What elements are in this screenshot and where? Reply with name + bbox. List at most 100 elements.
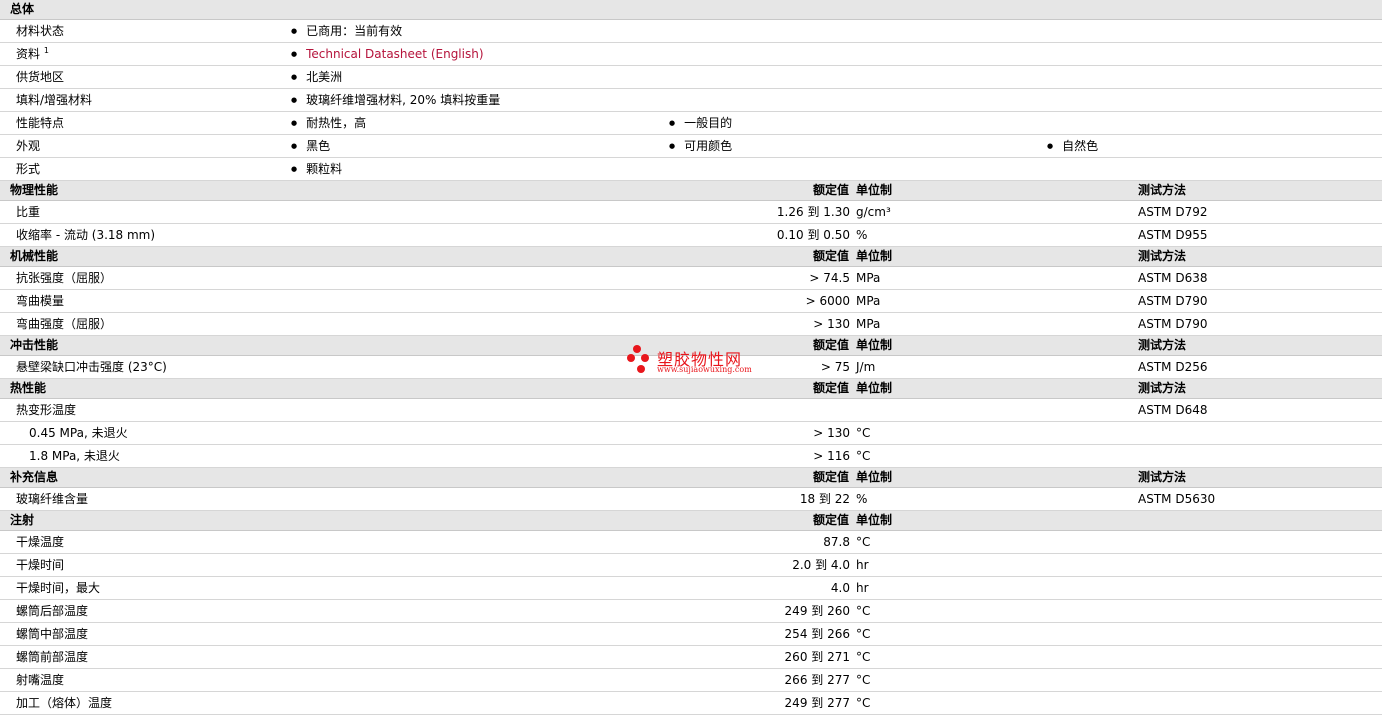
row-label: 比重 (16, 205, 41, 219)
column-header-test: 测试方法 (1138, 338, 1187, 352)
section-title: 热性能 (10, 381, 47, 395)
table-row: 外观 黑色 可用颜色 自然色 (0, 135, 1382, 158)
list-item: 黑色 (291, 135, 330, 159)
table-row: 材料状态 已商用：当前有效 (0, 20, 1382, 43)
row-label: 螺筒后部温度 (16, 604, 89, 618)
row-unit: g/cm³ (856, 205, 891, 219)
row-unit: °C (856, 449, 871, 463)
table-row: 抗张强度（屈服） > 74.5 MPa ASTM D638 (0, 267, 1382, 290)
row-value: > 130 (813, 426, 850, 440)
row-label: 形式 (16, 162, 41, 176)
row-unit: °C (856, 650, 871, 664)
column-header-test: 测试方法 (1138, 183, 1187, 197)
row-label: 填料/增强材料 (16, 93, 93, 107)
table-row: 资料 1 Technical Datasheet (English) (0, 43, 1382, 66)
section-header-supplemental: 补充信息 额定值 单位制 测试方法 (0, 468, 1382, 488)
datasheet-link[interactable]: Technical Datasheet (English) (306, 47, 483, 61)
row-label: 悬壁梁缺口冲击强度 (23°C) (16, 360, 167, 374)
row-test-method: ASTM D790 (1138, 317, 1208, 331)
section-title: 注射 (10, 513, 35, 527)
section-title: 机械性能 (10, 249, 59, 263)
row-label: 干燥时间 (16, 558, 65, 572)
table-row: 玻璃纤维含量 18 到 22 % ASTM D5630 (0, 488, 1382, 511)
row-unit: MPa (856, 271, 881, 285)
column-header-test: 测试方法 (1138, 470, 1187, 484)
row-value: 87.8 (823, 535, 850, 549)
row-unit: °C (856, 696, 871, 710)
column-header-value: 额定值 (812, 183, 849, 197)
row-label: 抗张强度（屈服） (16, 271, 113, 285)
row-value: 254 到 266 (784, 627, 850, 641)
table-row: 加工（熔体）温度 249 到 277 °C (0, 692, 1382, 715)
table-row: 干燥时间，最大 4.0 hr (0, 577, 1382, 600)
table-row: 弯曲模量 > 6000 MPa ASTM D790 (0, 290, 1382, 313)
section-title: 冲击性能 (10, 338, 59, 352)
table-row: 填料/增强材料 玻璃纤维增强材料, 20% 填料按重量 (0, 89, 1382, 112)
row-label: 干燥温度 (16, 535, 65, 549)
row-unit: MPa (856, 317, 881, 331)
list-item: 玻璃纤维增强材料, 20% 填料按重量 (291, 89, 500, 113)
table-row: 螺筒中部温度 254 到 266 °C (0, 623, 1382, 646)
row-label: 供货地区 (16, 70, 65, 84)
row-label: 螺筒前部温度 (16, 650, 89, 664)
row-label: 收缩率 - 流动 (3.18 mm) (16, 228, 156, 242)
row-unit: % (856, 492, 868, 506)
list-item: 北美洲 (291, 66, 342, 90)
column-header-unit: 单位制 (856, 338, 893, 352)
row-label: 弯曲强度（屈服） (16, 317, 113, 331)
column-header-test: 测试方法 (1138, 249, 1187, 263)
row-value: 249 到 260 (784, 604, 850, 618)
table-row: 0.45 MPa, 未退火 > 130 °C (0, 422, 1382, 445)
table-row: 弯曲强度（屈服） > 130 MPa ASTM D790 (0, 313, 1382, 336)
row-unit: °C (856, 673, 871, 687)
section-header-mechanical: 机械性能 额定值 单位制 测试方法 (0, 247, 1382, 267)
row-unit: °C (856, 627, 871, 641)
row-label: 资料 1 (16, 43, 49, 65)
row-value: > 6000 (805, 294, 850, 308)
column-header-value: 额定值 (812, 249, 849, 263)
list-item: 颗粒料 (291, 158, 342, 182)
table-row: 热变形温度 ASTM D648 (0, 399, 1382, 422)
section-title: 补充信息 (10, 470, 59, 484)
table-row: 干燥时间 2.0 到 4.0 hr (0, 554, 1382, 577)
row-sublabel: 0.45 MPa, 未退火 (29, 426, 128, 440)
row-test-method: ASTM D790 (1138, 294, 1208, 308)
row-value: > 116 (813, 449, 850, 463)
section-title: 总体 (10, 2, 35, 16)
table-row: 比重 1.26 到 1.30 g/cm³ ASTM D792 (0, 201, 1382, 224)
table-row: 性能特点 耐热性，高 一般目的 (0, 112, 1382, 135)
row-label: 弯曲模量 (16, 294, 65, 308)
row-value: 249 到 277 (784, 696, 850, 710)
column-header-value: 额定值 (812, 338, 849, 352)
list-item: 已商用：当前有效 (291, 20, 402, 44)
row-label: 干燥时间，最大 (16, 581, 101, 595)
row-value: > 74.5 (809, 271, 850, 285)
column-header-unit: 单位制 (856, 183, 893, 197)
table-row: 收缩率 - 流动 (3.18 mm) 0.10 到 0.50 % ASTM D9… (0, 224, 1382, 247)
list-item: 可用颜色 (669, 135, 732, 159)
section-header-physical: 物理性能 额定值 单位制 测试方法 (0, 181, 1382, 201)
footnote-marker: 1 (43, 46, 49, 55)
column-header-unit: 单位制 (856, 249, 893, 263)
row-test-method: ASTM D792 (1138, 205, 1208, 219)
row-unit: MPa (856, 294, 881, 308)
row-unit: °C (856, 535, 871, 549)
row-value: 2.0 到 4.0 (792, 558, 850, 572)
row-label: 性能特点 (16, 116, 65, 130)
column-header-value: 额定值 (812, 470, 849, 484)
table-row: 供货地区 北美洲 (0, 66, 1382, 89)
section-header-general: 总体 (0, 0, 1382, 20)
list-item: Technical Datasheet (English) (291, 43, 483, 67)
table-row: 干燥温度 87.8 °C (0, 531, 1382, 554)
row-unit: °C (856, 604, 871, 618)
table-row: 射嘴温度 266 到 277 °C (0, 669, 1382, 692)
section-title: 物理性能 (10, 183, 59, 197)
row-value: 260 到 271 (784, 650, 850, 664)
row-value: 266 到 277 (784, 673, 850, 687)
column-header-value: 额定值 (812, 513, 849, 527)
table-row: 螺筒前部温度 260 到 271 °C (0, 646, 1382, 669)
section-header-thermal: 热性能 额定值 单位制 测试方法 (0, 379, 1382, 399)
column-header-value: 额定值 (812, 381, 849, 395)
row-label-text: 资料 (16, 47, 41, 61)
watermark-url: www.sujiaowuxing.com (657, 365, 752, 374)
